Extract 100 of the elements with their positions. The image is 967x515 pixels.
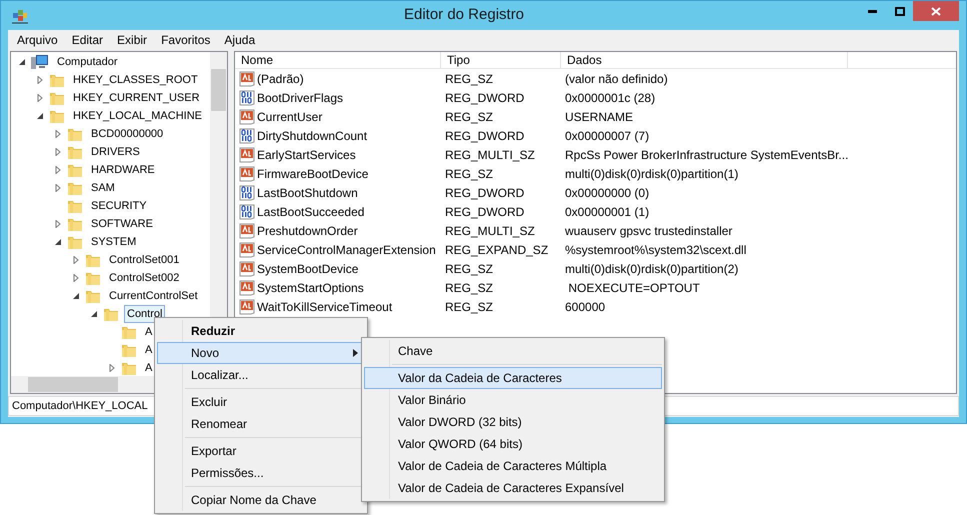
expand-arrow-icon[interactable] [54, 184, 62, 192]
menu-item[interactable]: Valor da Cadeia de Caracteres [364, 367, 662, 389]
value-data: %systemroot%\system32\scext.dll [564, 242, 746, 258]
folder-icon [67, 144, 83, 160]
value-name[interactable]: EarlyStartServices [257, 146, 356, 164]
value-name[interactable]: LastBootSucceeded [257, 202, 364, 220]
folder-icon [121, 342, 137, 358]
binary-value-icon [239, 90, 255, 106]
tree-item[interactable]: A [142, 358, 156, 376]
menu-item[interactable]: Chave [364, 340, 662, 362]
tree-item[interactable]: Control [124, 304, 166, 324]
expand-arrow-icon[interactable] [72, 274, 80, 282]
folder-icon [85, 288, 101, 304]
tree-item[interactable]: ControlSet002 [106, 268, 182, 288]
expand-arrow-icon[interactable] [54, 166, 62, 174]
menu-bar-item[interactable]: Exibir [117, 30, 148, 48]
collapse-arrow-icon[interactable] [72, 292, 80, 300]
menu-item[interactable]: Valor de Cadeia de Caracteres Múltipla [364, 455, 662, 477]
value-name[interactable]: SystemBootDevice [257, 260, 358, 278]
menu-bar-item[interactable]: Editar [72, 30, 104, 48]
menu-item[interactable]: Valor de Cadeia de Caracteres Expansível [364, 477, 662, 499]
value-type: REG_SZ [444, 108, 494, 126]
folder-icon [49, 108, 65, 124]
expand-arrow-icon[interactable] [36, 76, 44, 84]
string-value-icon [239, 166, 255, 182]
value-data: 0x00000007 (7) [564, 128, 650, 144]
value-data: multi(0)disk(0)rdisk(0)partition(2) [564, 260, 738, 278]
collapse-arrow-icon[interactable] [36, 112, 44, 120]
tree-item[interactable]: DRIVERS [88, 142, 143, 162]
menu-item[interactable]: Copiar Nome da Chave [157, 489, 365, 511]
expand-arrow-icon[interactable] [54, 148, 62, 156]
string-value-icon [239, 280, 255, 296]
string-value-icon [239, 108, 255, 124]
value-name[interactable]: (Padrão) [257, 70, 304, 88]
close-button[interactable] [913, 1, 959, 21]
menu-item[interactable]: Valor DWORD (32 bits) [364, 411, 662, 433]
value-type: REG_MULTI_SZ [444, 222, 536, 240]
collapse-arrow-icon[interactable] [18, 58, 26, 66]
folder-icon [67, 234, 83, 250]
tree-item[interactable]: BCD00000000 [88, 124, 166, 144]
close-icon [931, 6, 941, 16]
expand-arrow-icon[interactable] [54, 130, 62, 138]
menu-item[interactable]: Renomear [157, 413, 365, 435]
value-name[interactable]: PreshutdownOrder [257, 222, 358, 240]
expand-arrow-icon[interactable] [72, 256, 80, 264]
value-name[interactable]: WaitToKillServiceTimeout [257, 298, 392, 316]
scroll-thumb[interactable] [211, 69, 226, 111]
string-value-icon [239, 298, 255, 314]
menu-bar-item[interactable]: Ajuda [224, 30, 256, 48]
value-type: REG_DWORD [444, 90, 526, 106]
menu-bar-item[interactable]: Arquivo [17, 30, 58, 48]
value-type: REG_MULTI_SZ [444, 146, 536, 164]
column-header[interactable]: Tipo [441, 52, 561, 68]
tree-item[interactable]: ControlSet001 [106, 250, 182, 270]
expand-arrow-icon[interactable] [36, 94, 44, 102]
column-header[interactable]: Nome [235, 52, 441, 68]
tree-item[interactable]: HKEY_LOCAL_MACHINE [70, 106, 205, 126]
string-value-icon [239, 242, 255, 258]
value-name[interactable]: FirmwareBootDevice [257, 164, 368, 182]
minimize-icon [868, 10, 877, 12]
value-name[interactable]: ServiceControlManagerExtension [257, 240, 436, 258]
menu-item[interactable]: Exportar [157, 440, 365, 462]
tree-item[interactable]: HARDWARE [88, 160, 158, 180]
value-name[interactable]: SystemStartOptions [257, 278, 364, 296]
folder-icon [67, 198, 83, 214]
value-name[interactable]: LastBootShutdown [257, 184, 358, 202]
column-header[interactable]: Dados [561, 52, 848, 68]
computer-icon [31, 54, 49, 70]
collapse-arrow-icon[interactable] [90, 310, 98, 318]
folder-icon [67, 216, 83, 232]
tree-item[interactable]: A [142, 322, 156, 342]
tree-item[interactable]: SOFTWARE [88, 214, 156, 234]
value-name[interactable]: DirtyShutdownCount [257, 126, 368, 144]
expand-arrow-icon[interactable] [108, 364, 116, 372]
value-name[interactable]: BootDriverFlags [257, 88, 344, 106]
tree-item[interactable]: CurrentControlSet [106, 286, 201, 306]
tree-item[interactable]: HKEY_CLASSES_ROOT [70, 70, 201, 90]
value-name[interactable]: CurrentUser [257, 108, 322, 126]
status-text: Computador\HKEY_LOCAL [12, 398, 148, 414]
menu-item[interactable]: Excluir [157, 391, 365, 413]
binary-value-icon [239, 128, 255, 144]
tree-item[interactable]: A [142, 340, 156, 360]
folder-icon [121, 324, 137, 340]
tree-item[interactable]: HKEY_CURRENT_USER [70, 88, 203, 108]
tree-item[interactable]: Computador [54, 52, 121, 72]
menu-item[interactable]: Valor QWORD (64 bits) [364, 433, 662, 455]
menu-item[interactable]: Valor Binário [364, 389, 662, 411]
scroll-thumb[interactable] [28, 377, 118, 392]
value-type: REG_SZ [444, 280, 494, 296]
folder-icon [85, 252, 101, 268]
collapse-arrow-icon[interactable] [54, 238, 62, 246]
menu-bar-item[interactable]: Favoritos [161, 30, 210, 48]
value-type: REG_DWORD [444, 128, 526, 144]
tree-item[interactable]: SAM [88, 178, 118, 198]
menu-item[interactable]: Permissões... [157, 462, 365, 484]
expand-arrow-icon[interactable] [54, 220, 62, 228]
tree-item[interactable]: SECURITY [88, 196, 150, 216]
tree-item[interactable]: SYSTEM [88, 232, 140, 252]
menu-item[interactable]: Localizar... [157, 364, 365, 386]
string-value-icon [239, 70, 255, 86]
